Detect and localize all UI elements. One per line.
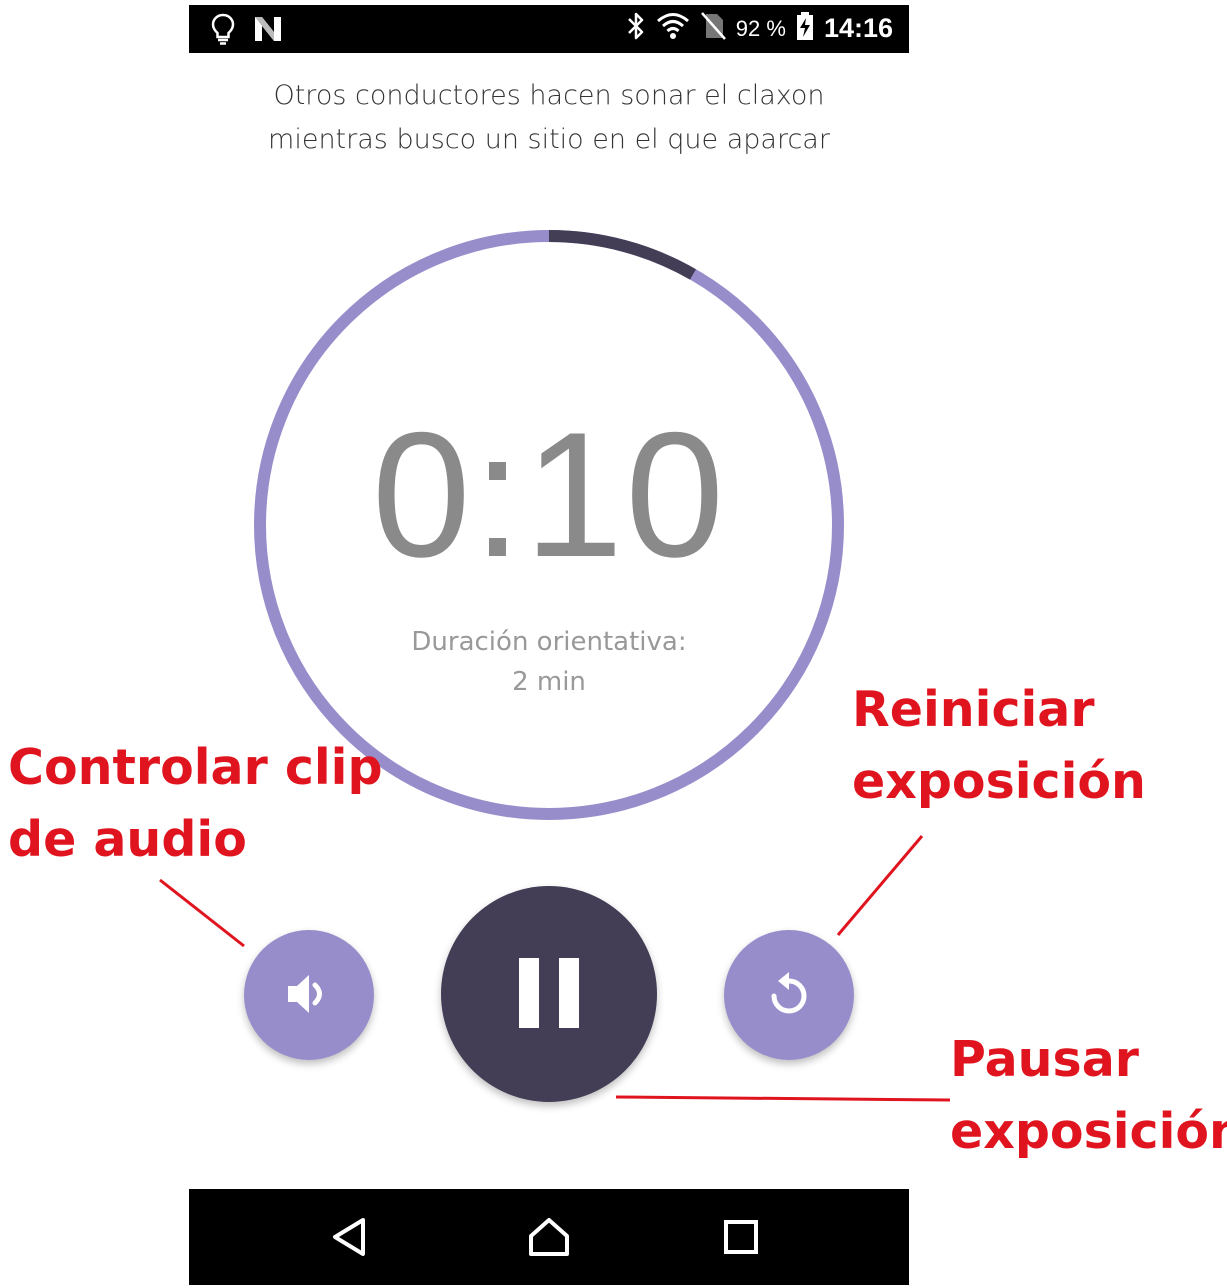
wifi-icon <box>656 12 690 45</box>
home-icon <box>529 1218 569 1256</box>
annotation-pause-line-1: Pausar <box>950 1031 1139 1088</box>
bluetooth-icon <box>626 11 646 46</box>
screen: 92 % 14:16 Otros conductores hacen sonar… <box>0 0 1227 1288</box>
navigation-bar <box>189 1189 909 1285</box>
annotation-audio: Controlar clip de audio <box>8 732 383 876</box>
recent-apps-icon <box>724 1220 758 1254</box>
audio-clip-button[interactable] <box>244 930 374 1060</box>
pause-icon <box>517 956 581 1033</box>
annotation-line-restart <box>836 835 924 936</box>
restart-button[interactable] <box>724 930 854 1060</box>
status-right-icons: 92 % 14:16 <box>626 11 893 46</box>
duration-value: 2 min <box>512 667 586 697</box>
n-logo-icon <box>253 15 283 47</box>
battery-percent: 92 % <box>735 15 786 41</box>
annotation-restart-line-2: exposición <box>852 753 1146 810</box>
back-button[interactable] <box>325 1213 373 1261</box>
annotation-line-audio <box>159 878 245 948</box>
restart-icon <box>764 969 814 1022</box>
timer-value: 0:10 <box>371 395 727 594</box>
back-icon <box>333 1218 365 1256</box>
situation-line-1: Otros conductores hacen sonar el claxon <box>273 80 825 111</box>
annotation-pause: Pausar exposición <box>950 1024 1227 1168</box>
annotation-line-pause <box>615 1095 951 1102</box>
annotation-audio-line-1: Controlar clip <box>8 739 383 796</box>
annotation-pause-line-2: exposición <box>950 1103 1227 1160</box>
situation-line-2: mientras busco un sitio en el que aparca… <box>268 124 830 155</box>
recent-apps-button[interactable] <box>717 1213 765 1261</box>
estimated-duration: Duración orientativa: 2 min <box>250 622 848 702</box>
home-button[interactable] <box>525 1213 573 1261</box>
no-sim-icon <box>700 11 726 46</box>
duration-label: Duración orientativa: <box>411 627 687 657</box>
exposure-situation-text: Otros conductores hacen sonar el claxon … <box>189 74 909 162</box>
volume-icon <box>284 971 334 1020</box>
annotation-restart: Reiniciar exposición <box>852 674 1146 818</box>
pause-button[interactable] <box>441 886 657 1102</box>
status-clock: 14:16 <box>823 13 893 43</box>
annotation-audio-line-2: de audio <box>8 811 247 868</box>
lightbulb-icon <box>211 13 235 49</box>
battery-charging-icon <box>796 11 814 46</box>
status-left-icons <box>211 13 283 49</box>
annotation-restart-line-1: Reiniciar <box>852 681 1095 738</box>
status-bar: 92 % 14:16 <box>189 5 909 53</box>
